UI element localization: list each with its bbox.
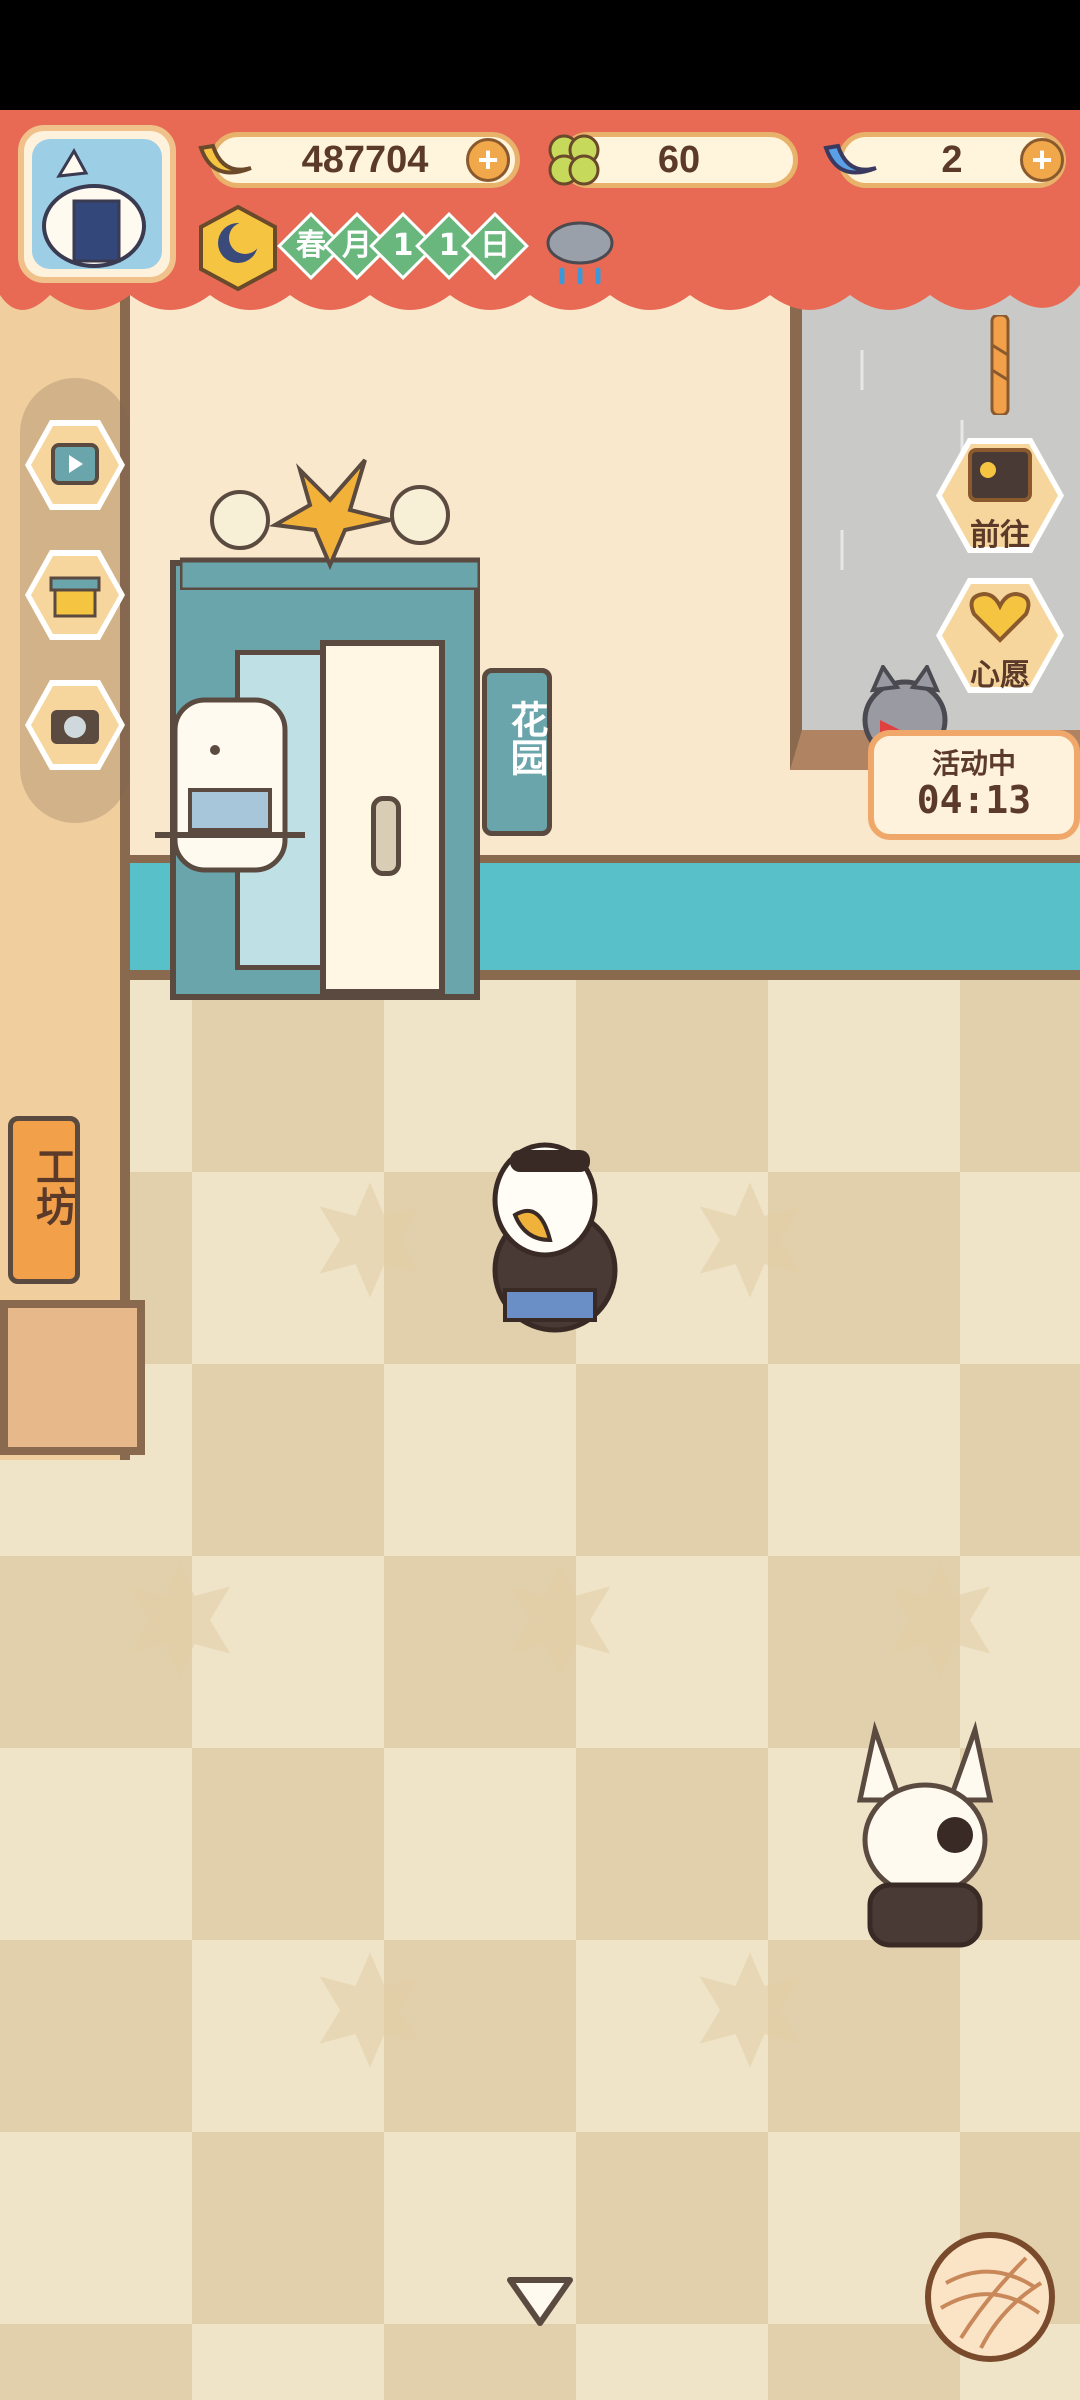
floor-star-decoration — [129, 1562, 231, 1678]
floor-star-decoration — [509, 1562, 611, 1678]
yarn-ball-icon — [939, 2256, 1043, 2349]
add-gem-button[interactable]: + — [1020, 138, 1064, 182]
floor-star-decoration — [319, 1952, 421, 2068]
blue-banana-icon — [823, 143, 877, 175]
banana-icon — [198, 143, 252, 175]
gem-count: 2 — [941, 138, 963, 181]
floor-star-decoration — [319, 1182, 421, 1298]
bear-npc-character[interactable] — [155, 680, 305, 890]
rabbit-npc-character[interactable] — [845, 1720, 1005, 1960]
add-banana-button[interactable]: + — [466, 138, 510, 182]
yarn-ball-button[interactable] — [925, 2232, 1055, 2362]
garden-door[interactable] — [320, 640, 445, 995]
event-timer: 04:13 — [916, 778, 1032, 822]
clover-icon — [548, 134, 600, 186]
left-pillar-base — [0, 1300, 145, 1455]
floor-star-decoration — [889, 1562, 991, 1678]
status-bar — [0, 0, 1080, 110]
door-handle — [371, 796, 401, 876]
event-status: 活动中 — [931, 747, 1016, 780]
flower-pot-decoration — [180, 458, 480, 590]
clover-count: 60 — [657, 138, 701, 181]
rain-cloud-icon — [546, 221, 614, 285]
floor-star-decoration — [699, 1182, 801, 1298]
night-moon-icon — [199, 205, 277, 291]
date-day-label: 日 — [480, 228, 510, 263]
garden-sign-label: 花园 — [504, 700, 548, 776]
eagle-npc-character[interactable] — [470, 1130, 640, 1340]
banana-count: 487704 — [301, 138, 429, 181]
chevron-down-icon[interactable] — [505, 2275, 575, 2330]
cat-avatar-icon — [32, 139, 162, 269]
floor-star-decoration — [699, 1952, 801, 2068]
avatar[interactable] — [18, 125, 176, 283]
workshop-sign-label: 工坊 — [29, 1146, 75, 1226]
